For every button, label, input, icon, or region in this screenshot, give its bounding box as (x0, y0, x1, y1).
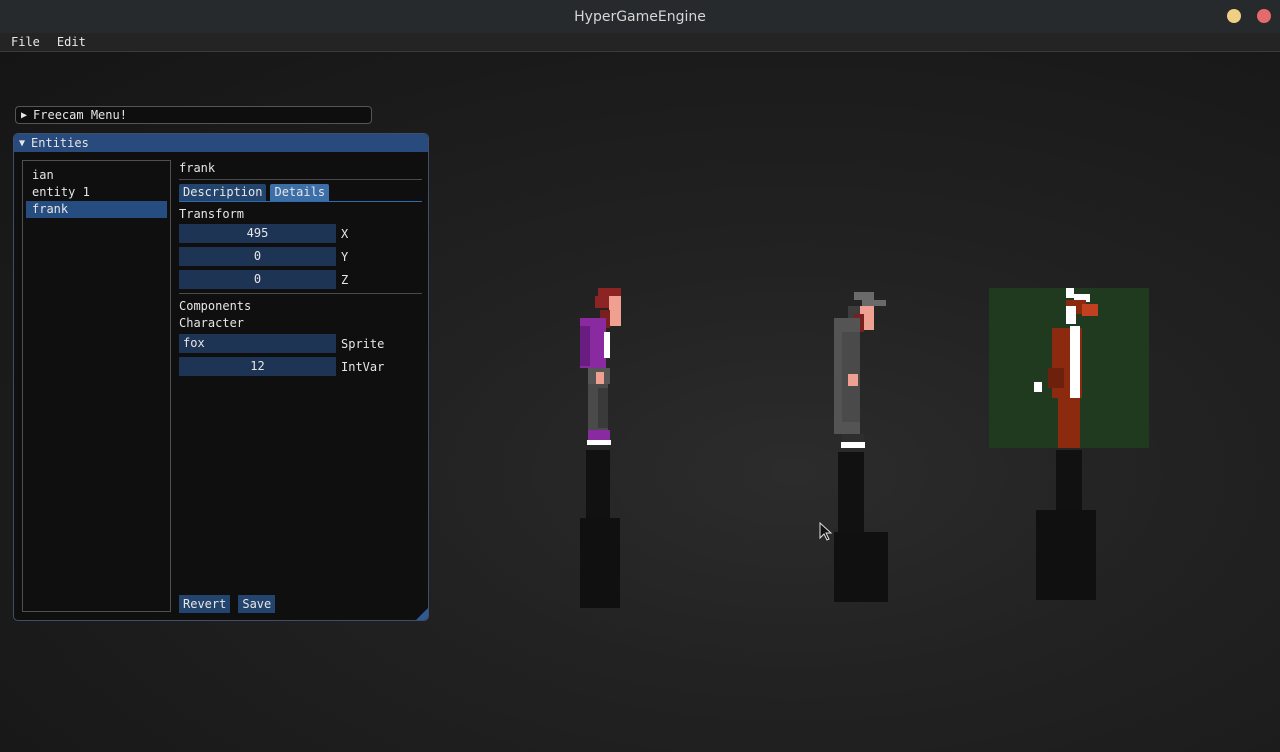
character-heading: Character (179, 316, 245, 330)
collapsed-arrow-icon[interactable]: ▶ (21, 110, 27, 121)
z-input[interactable]: 0 (179, 270, 336, 289)
transform-y-row: 0 Y (179, 247, 422, 266)
freecam-title[interactable]: Freecam Menu! (33, 108, 127, 122)
menu-edit[interactable]: Edit (51, 35, 92, 49)
x-label: X (341, 226, 349, 241)
transform-heading: Transform (179, 207, 245, 221)
transform-z-row: 0 Z (179, 270, 422, 289)
entities-header[interactable]: ▼ Entities (14, 134, 428, 152)
sprite-row: fox Sprite (179, 334, 422, 353)
sprite-input[interactable]: fox (179, 334, 336, 353)
x-input[interactable]: 495 (179, 224, 336, 243)
tab-details[interactable]: Details (270, 184, 330, 201)
resize-grip-icon[interactable] (416, 608, 428, 620)
window-title: HyperGameEngine (574, 8, 706, 25)
entities-title: Entities (31, 136, 89, 150)
detail-tabs: Description Details (179, 184, 422, 202)
components-heading: Components (179, 299, 252, 313)
mouse-cursor-icon (819, 522, 833, 541)
z-label: Z (341, 272, 349, 287)
minimize-icon[interactable] (1227, 9, 1241, 23)
entities-window: ▼ Entities ian entity 1 frank frank Desc… (13, 133, 429, 621)
entity-item-frank[interactable]: frank (26, 201, 167, 218)
tab-description[interactable]: Description (179, 184, 267, 201)
intvar-row: 12 IntVar (179, 357, 422, 376)
menubar: File Edit (0, 33, 1280, 52)
character-sprite-frank (1034, 288, 1098, 600)
divider (179, 293, 422, 294)
y-input[interactable]: 0 (179, 247, 336, 266)
entity-details: frank Description Details Transform 495 … (179, 160, 422, 376)
expanded-arrow-icon[interactable]: ▼ (19, 138, 25, 149)
entity-item-ian[interactable]: ian (26, 167, 167, 184)
freecam-window[interactable]: ▶ Freecam Menu! (15, 106, 372, 124)
save-button[interactable]: Save (238, 595, 276, 613)
menu-file[interactable]: File (5, 35, 46, 49)
entity-name: frank (179, 161, 216, 175)
action-buttons: Revert Save (179, 595, 283, 613)
character-sprite-purple (580, 288, 621, 608)
window-titlebar: HyperGameEngine (0, 0, 1280, 34)
entity-item-entity-1[interactable]: entity 1 (26, 184, 167, 201)
intvar-label: IntVar (341, 359, 385, 374)
revert-button[interactable]: Revert (179, 595, 231, 613)
entity-list[interactable]: ian entity 1 frank (22, 160, 171, 612)
intvar-input[interactable]: 12 (179, 357, 336, 376)
character-sprite-gray (834, 292, 888, 602)
y-label: Y (341, 249, 349, 264)
sprite-label: Sprite (341, 336, 385, 351)
close-icon[interactable] (1257, 9, 1271, 23)
divider (179, 179, 422, 180)
transform-x-row: 495 X (179, 224, 422, 243)
